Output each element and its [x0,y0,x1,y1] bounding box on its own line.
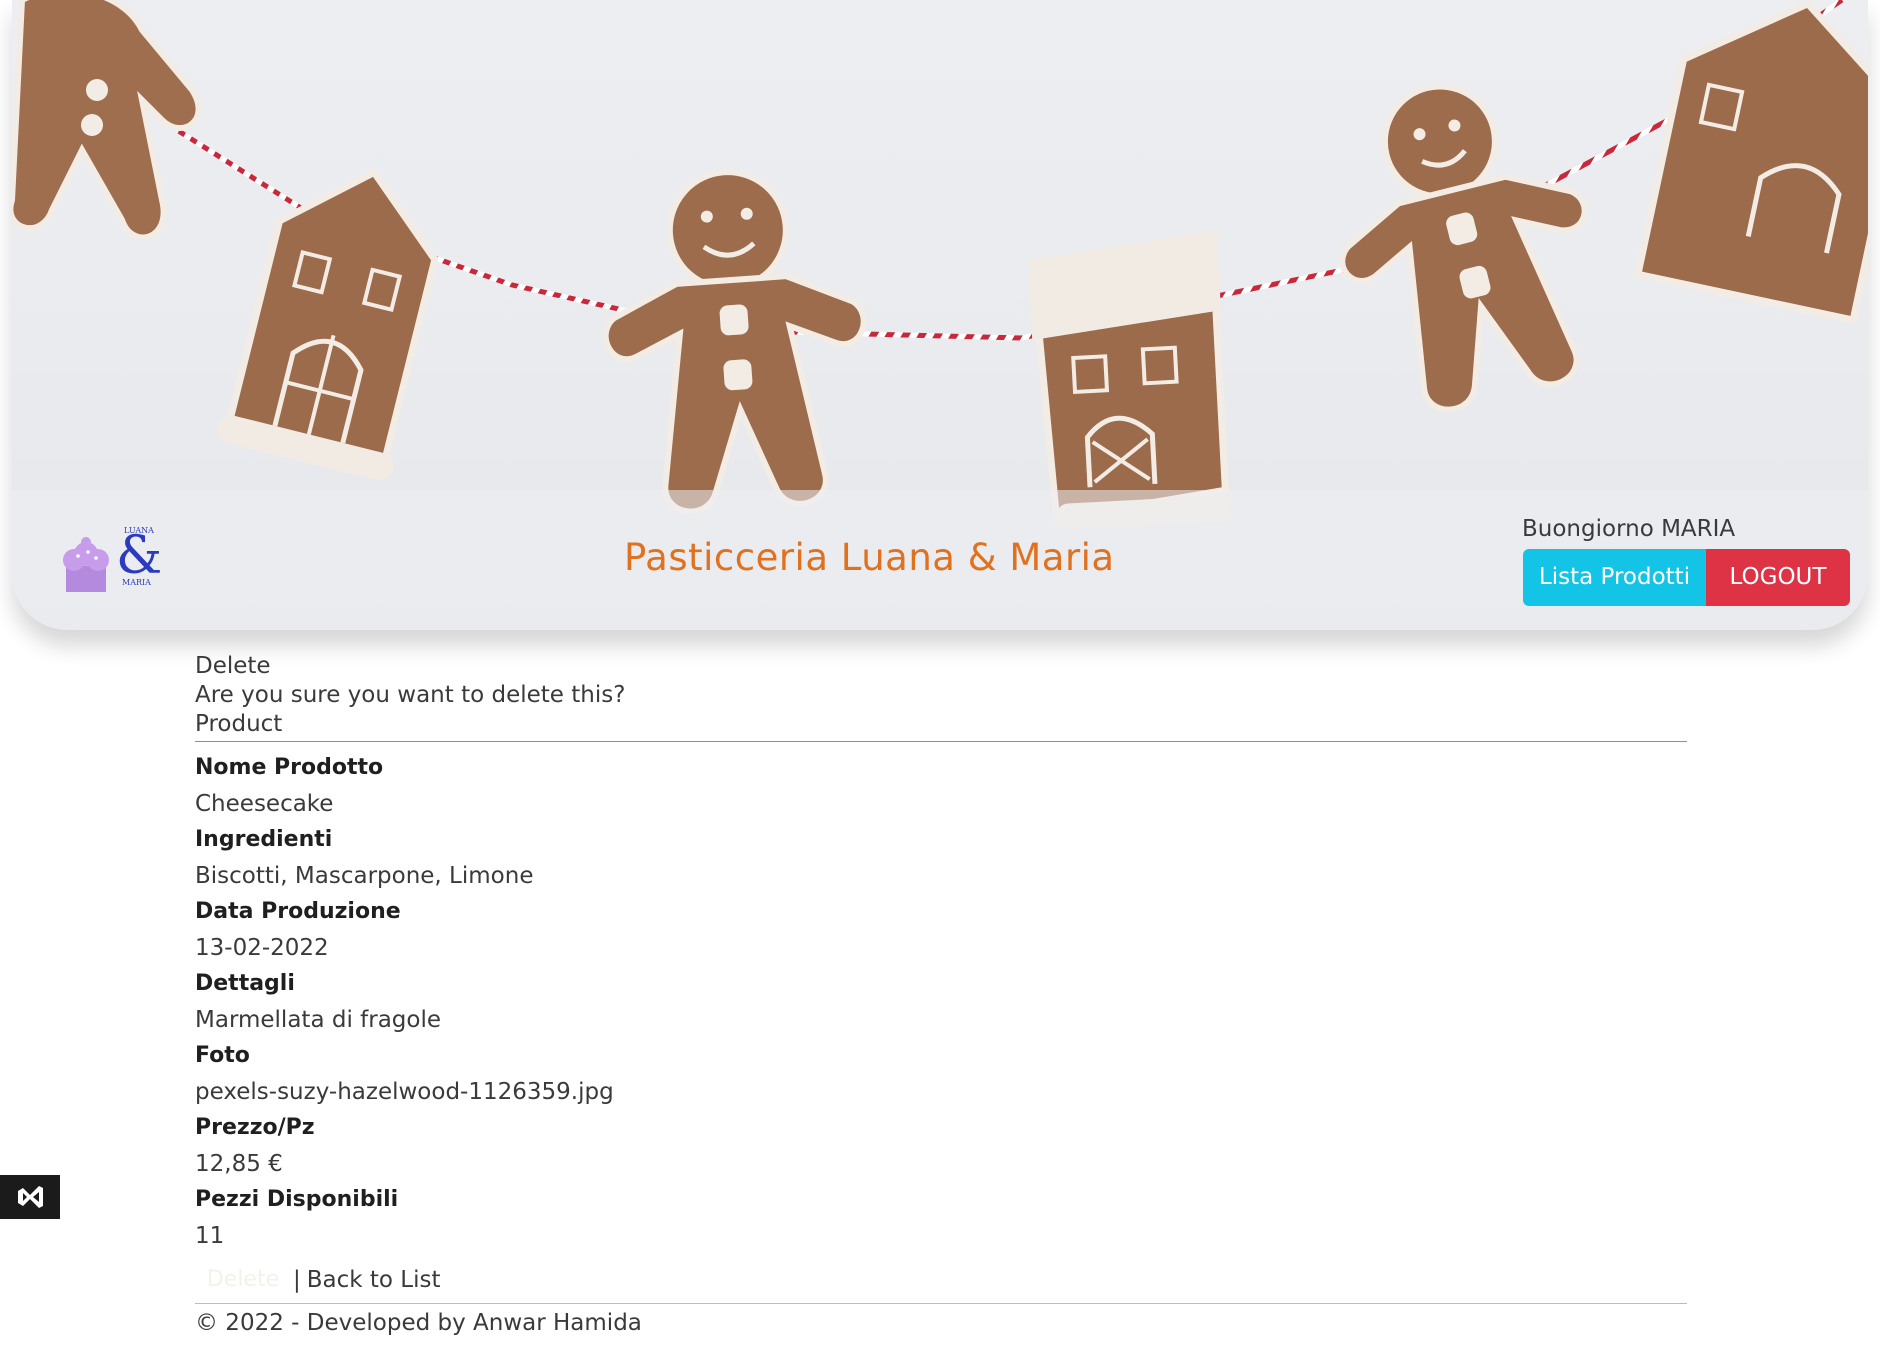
value-nome-prodotto: Cheesecake [195,791,334,817]
label-data-produzione: Data Produzione [195,899,401,924]
divider [195,741,1687,742]
visual-studio-icon [18,1186,43,1208]
value-prezzo: 12,85 € [195,1151,283,1177]
label-prezzo: Prezzo/Pz [195,1115,315,1140]
value-dettagli: Marmellata di fragole [195,1007,442,1033]
gingerbread-house-2 [1028,230,1232,530]
brand-logo[interactable]: LUANA & MARIA [58,526,162,596]
site-title: Pasticceria Luana & Maria [624,536,1115,579]
user-greeting: Buongiorno MARIA [1522,516,1736,542]
logo-text-bottom: MARIA [122,578,151,587]
value-data-produzione: 13-02-2022 [195,935,329,961]
page-heading: Delete [195,653,271,679]
product-list-button[interactable]: Lista Prodotti [1523,549,1706,606]
label-dettagli: Dettagli [195,971,295,996]
gingerbread-man-left [12,0,202,241]
delete-confirmation-panel: Delete Are you sure you want to delete t… [195,652,1687,1300]
footer-copyright: © 2022 - Developed by Anwar Hamida [195,1310,642,1336]
confirm-question: Are you sure you want to delete this? [195,682,626,708]
label-nome-prodotto: Nome Prodotto [195,755,384,780]
form-actions: Delete | Back to List [195,1260,1687,1300]
gingerbread-man-right [1339,83,1588,413]
gingerbread-house-right [1633,0,1868,325]
value-pezzi-disponibili: 11 [195,1223,225,1249]
product-details: Nome Prodotto Cheesecake Ingredienti Bis… [195,750,1687,1254]
delete-submit-button[interactable]: Delete [195,1260,291,1300]
browser-link-badge[interactable] [0,1175,60,1219]
footer-divider [195,1303,1687,1304]
gingerbread-man-center [602,169,867,515]
logo-ampersand: & [116,526,163,586]
logout-button[interactable]: LOGOUT [1706,549,1850,606]
value-foto: pexels-suzy-hazelwood-1126359.jpg [195,1079,614,1105]
label-pezzi-disponibili: Pezzi Disponibili [195,1187,399,1212]
action-separator: | [293,1267,301,1293]
label-foto: Foto [195,1043,250,1068]
entity-name: Product [195,711,283,737]
value-ingredienti: Biscotti, Mascarpone, Limone [195,863,534,889]
back-to-list-link[interactable]: Back to List [307,1267,441,1293]
hero-banner: LUANA & MARIA Pasticceria Luana & Maria … [12,0,1868,630]
label-ingredienti: Ingredienti [195,827,333,852]
gingerbread-house-1 [217,167,439,481]
